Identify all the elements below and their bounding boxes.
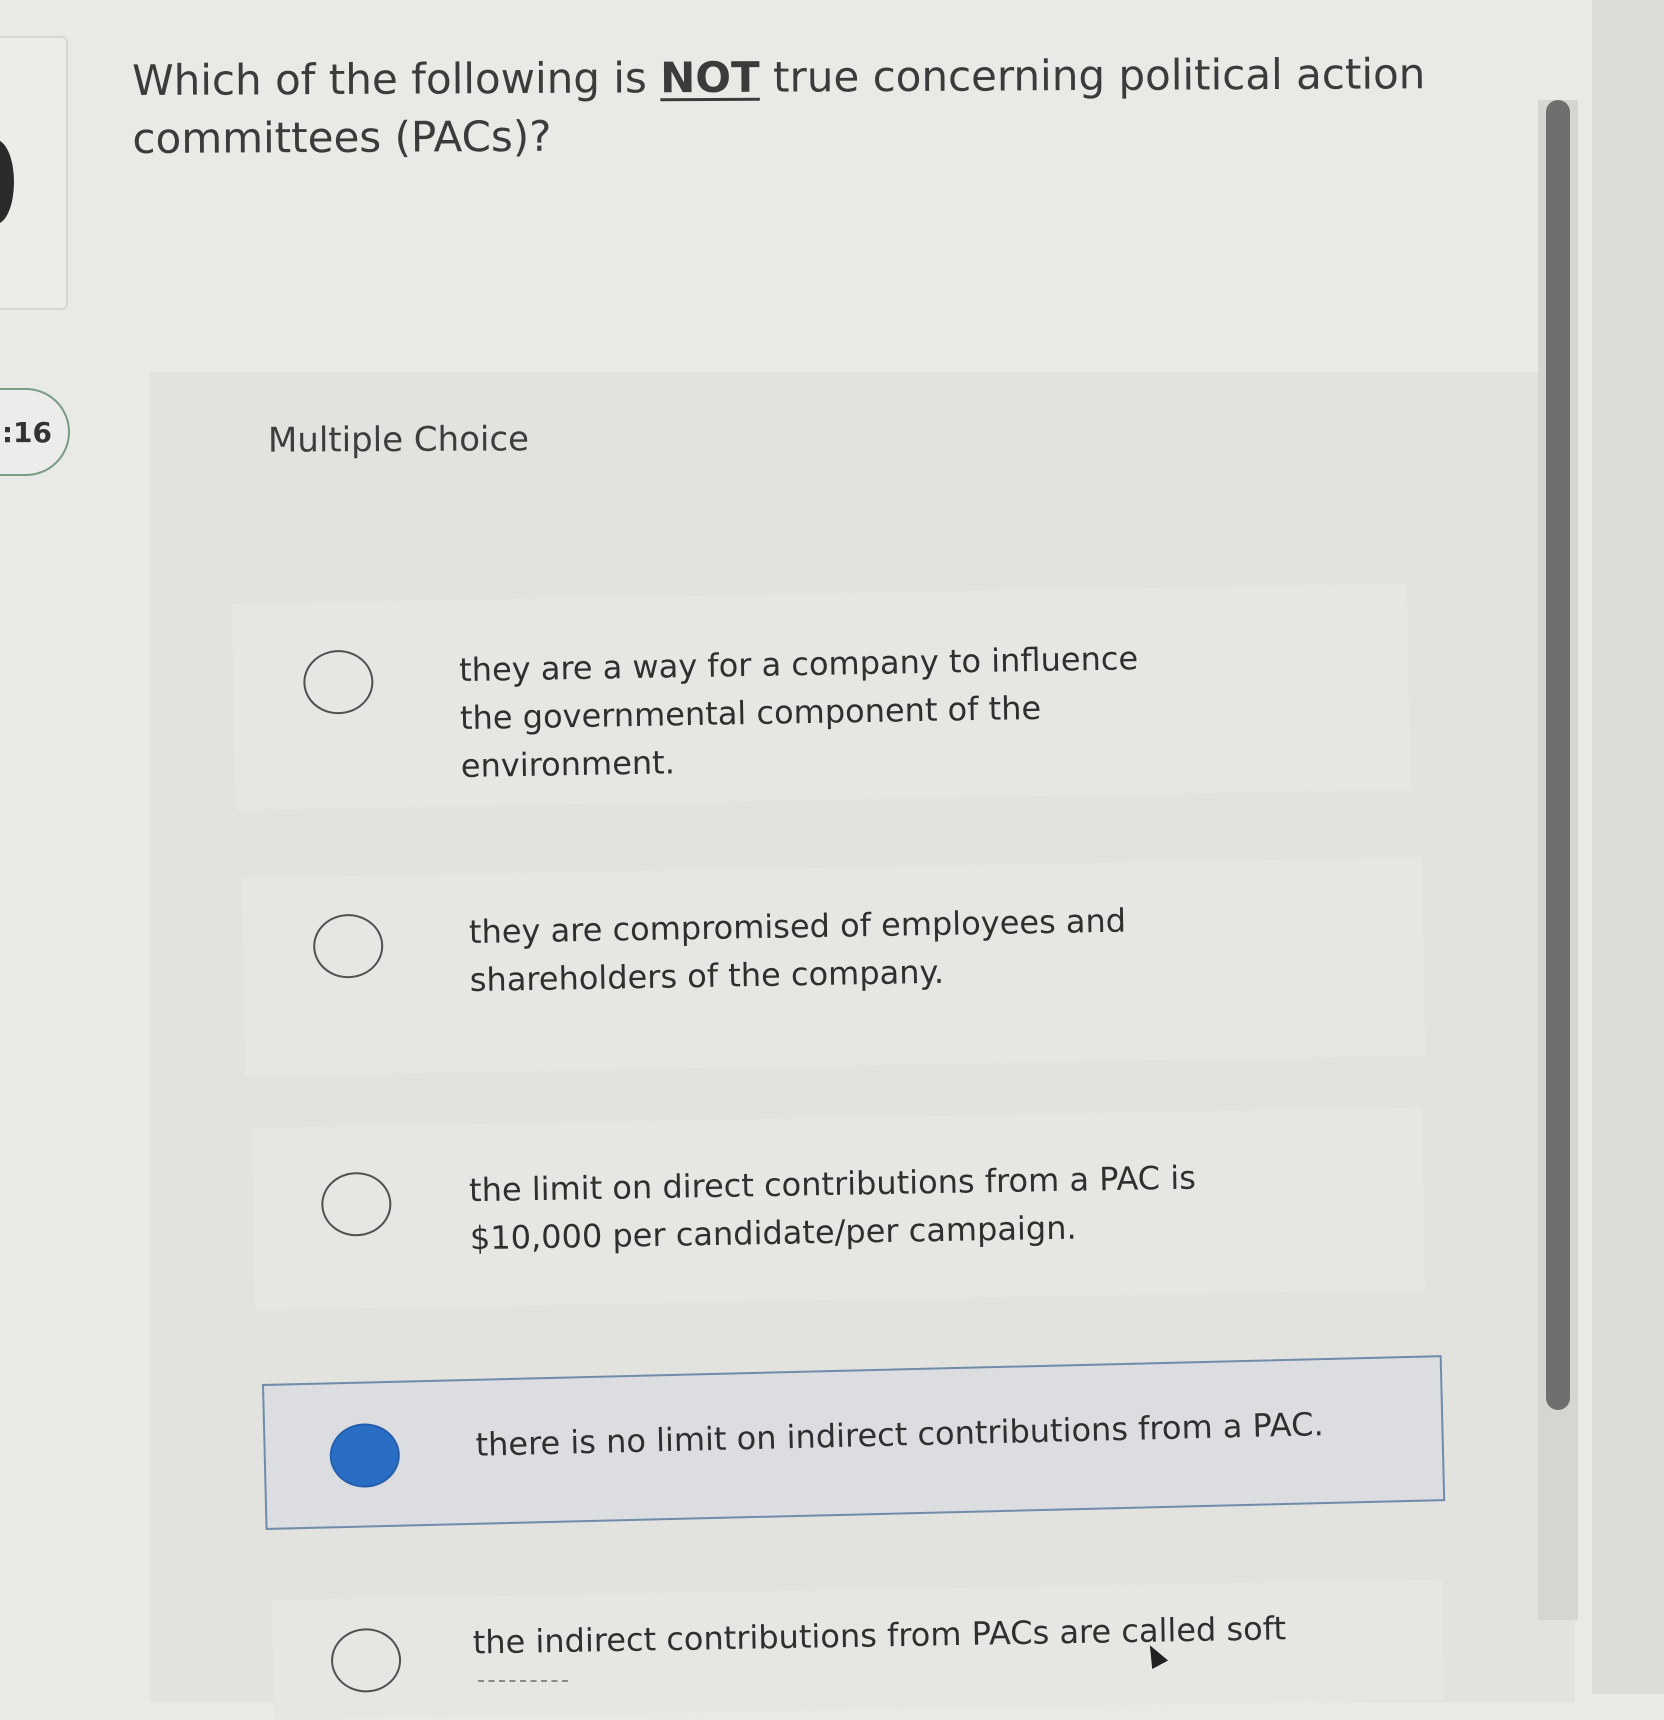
answer-option-c[interactable]: the limit on direct contributions from a…	[252, 1107, 1425, 1310]
screen-edge	[1592, 0, 1664, 1694]
option-d-text: there is no limit on indirect contributi…	[475, 1405, 1325, 1464]
option-a-text: they are a way for a company to influenc…	[458, 639, 1139, 786]
scrollbar-thumb[interactable]	[1546, 100, 1570, 1410]
option-b-text: they are compromised of employees and sh…	[468, 901, 1127, 1000]
option-e-text: the indirect contributions from PACs are…	[472, 1609, 1287, 1662]
radio-button-b[interactable]	[312, 913, 384, 979]
radio-button-c[interactable]	[320, 1171, 392, 1237]
option-c-text: the limit on direct contributions from a…	[468, 1158, 1197, 1258]
radio-button-a[interactable]	[302, 649, 374, 715]
timer-badge: 2:16	[0, 388, 70, 476]
question-emphasis: NOT	[660, 52, 760, 103]
answer-option-a[interactable]: they are a way for a company to influenc…	[232, 583, 1411, 810]
question-text-before: Which of the following is	[132, 53, 661, 105]
question-prompt: Which of the following is NOT true conce…	[132, 45, 1553, 168]
text-continuation-dashes	[478, 1680, 568, 1682]
radio-button-e[interactable]	[330, 1627, 402, 1693]
timer-text: 2:16	[0, 415, 52, 449]
section-label: Multiple Choice	[267, 419, 530, 461]
radio-button-d-selected[interactable]	[329, 1422, 401, 1489]
answer-option-e[interactable]: the indirect contributions from PACs are…	[272, 1579, 1444, 1720]
answer-option-d[interactable]: there is no limit on indirect contributi…	[262, 1355, 1446, 1530]
answer-option-b[interactable]: they are compromised of employees and sh…	[242, 857, 1426, 1076]
